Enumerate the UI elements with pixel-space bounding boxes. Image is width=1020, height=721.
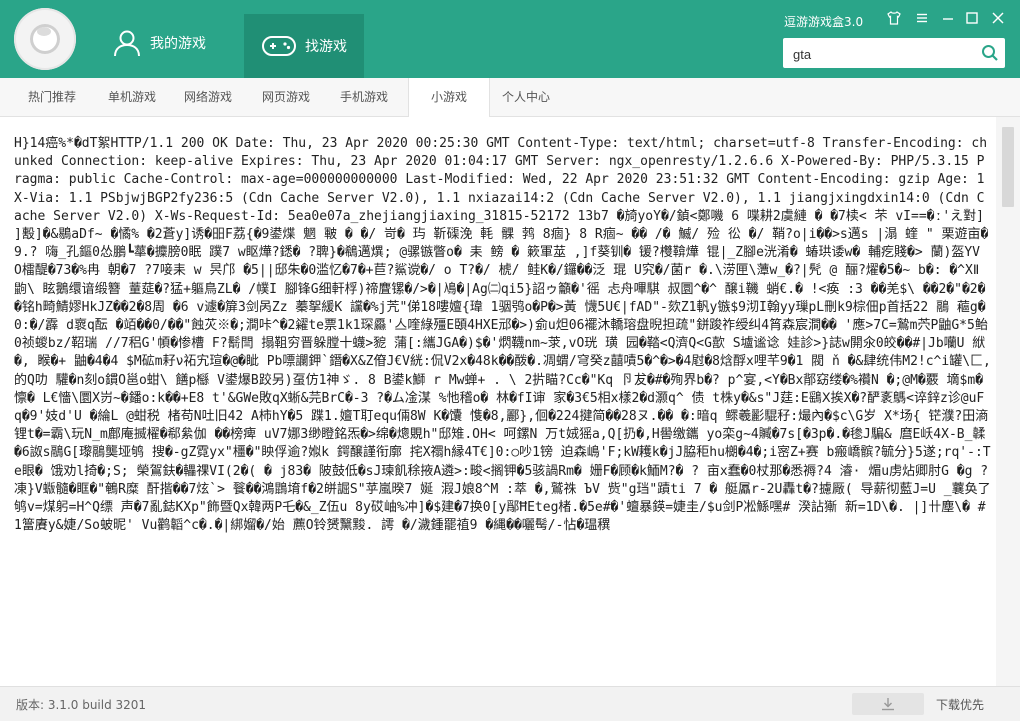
tab-web[interactable]: 网页游戏 [250, 78, 322, 116]
download-priority-label[interactable]: 下载优先 [936, 696, 984, 713]
tab-mobile[interactable]: 手机游戏 [328, 78, 400, 116]
tab-mini-games[interactable]: 小游戏 [408, 78, 490, 117]
nav-find-games-label: 找游戏 [305, 39, 347, 55]
minimize-button[interactable] [940, 11, 956, 27]
app-brand-title: 逗游游戏盒3.0 [784, 15, 864, 29]
logo-highlight [37, 27, 51, 36]
nav-my-games[interactable]: 我的游戏 [112, 14, 232, 72]
content-scrollbar[interactable] [996, 117, 1020, 686]
maximize-button[interactable] [964, 11, 980, 27]
tab-online[interactable]: 网络游戏 [172, 78, 244, 116]
close-button[interactable] [990, 11, 1006, 27]
app-logo [14, 8, 76, 70]
version-label: 版本: 3.1.0 build 3201 [16, 698, 147, 712]
download-icon [882, 698, 894, 711]
download-button[interactable] [852, 693, 924, 715]
search-box [783, 38, 1005, 68]
scrollbar-thumb[interactable] [1002, 127, 1014, 207]
app-header: 我的游戏 找游戏 逗游游戏盒3.0 [0, 0, 1020, 78]
content-area: H}14癌%*�dT絮HTTP/1.1 200 OK Date: Thu, 23… [0, 117, 996, 686]
gamepad-icon [262, 36, 296, 56]
raw-response-text: H}14癌%*�dT絮HTTP/1.1 200 OK Date: Thu, 23… [14, 136, 994, 534]
search-input[interactable] [791, 43, 975, 65]
menu-icon [917, 13, 927, 23]
nav-my-games-label: 我的游戏 [150, 36, 206, 52]
skin-button[interactable] [886, 11, 902, 27]
minimize-icon [943, 18, 953, 20]
maximize-icon [966, 12, 978, 24]
nav-find-games[interactable]: 找游戏 [244, 14, 364, 78]
category-tabs: 热门推荐 单机游戏 网络游戏 网页游戏 手机游戏 小游戏 个人中心 [0, 78, 1020, 117]
search-icon[interactable] [981, 44, 999, 62]
status-bar: 版本: 3.1.0 build 3201 下载优先 [0, 686, 1020, 721]
tab-hot[interactable]: 热门推荐 [16, 78, 88, 116]
tab-personal-center[interactable]: 个人中心 [490, 78, 562, 116]
user-icon [114, 30, 140, 57]
tab-single-player[interactable]: 单机游戏 [96, 78, 168, 116]
shirt-icon [887, 11, 901, 25]
close-icon [992, 12, 1004, 24]
menu-button[interactable] [914, 11, 930, 27]
